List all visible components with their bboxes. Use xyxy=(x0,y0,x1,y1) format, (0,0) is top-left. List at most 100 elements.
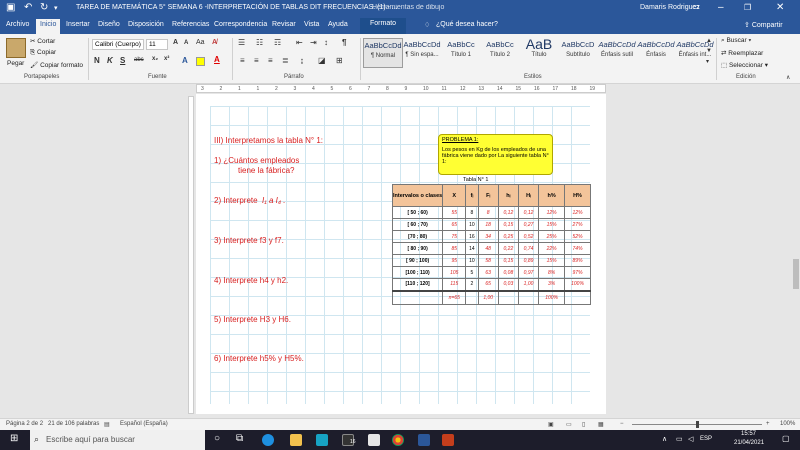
style-5[interactable]: AaBbCcD Subtítulo xyxy=(558,38,598,68)
taskbar-search[interactable]: Escribe aquí para buscar xyxy=(30,430,205,450)
underline-button[interactable]: S xyxy=(120,56,125,65)
web-layout-icon[interactable]: ▦ xyxy=(598,421,604,428)
borders-icon[interactable]: ⊞ xyxy=(336,56,343,65)
volume-icon[interactable]: ◁ xyxy=(688,435,693,443)
cut-button[interactable]: ✂ Cortar xyxy=(30,37,55,45)
multilevel-list-icon[interactable]: ☶ xyxy=(274,38,281,47)
proofing-icon[interactable]: ▤ xyxy=(104,421,110,428)
app-l-icon[interactable] xyxy=(316,434,328,446)
cortana-icon[interactable]: ○ xyxy=(214,433,220,444)
frequency-table[interactable]: Intervalos o clases Xfᵢ Fᵢ hᵢ Hᵢ h% H%[ 50 ; 6… xyxy=(391,184,591,305)
shading-icon[interactable]: ◪ xyxy=(318,56,326,65)
zoom-level[interactable]: 100% xyxy=(780,421,795,427)
table-row[interactable]: [100 ; 110) 105 5 63 0,08 0,97 8% 97% xyxy=(391,266,591,279)
styles-more-icon[interactable]: ▾ xyxy=(706,58,709,65)
strikethrough-button[interactable]: abc xyxy=(134,57,144,63)
text-effects-icon[interactable]: A xyxy=(182,56,188,65)
table-row[interactable]: [70 ; 80) 75 16 34 0,25 0,52 25% 52% xyxy=(391,230,591,243)
italic-button[interactable]: K xyxy=(107,56,113,65)
task-view-icon[interactable]: ⧉ xyxy=(236,433,243,444)
zoom-slider-thumb[interactable] xyxy=(696,421,699,428)
focus-mode-icon[interactable]: ▣ xyxy=(548,421,554,428)
select-button[interactable]: ⬚ Seleccionar ▾ xyxy=(721,61,768,69)
tab-insertar[interactable]: Insertar xyxy=(66,21,90,28)
tab-ayuda[interactable]: Ayuda xyxy=(328,21,348,28)
redo-icon[interactable]: ↻ xyxy=(40,2,48,13)
windows-start-icon[interactable]: ⊞ xyxy=(10,433,18,444)
table-row[interactable]: [ 80 ; 90) 85 14 48 0,22 0,74 22% 74% xyxy=(391,242,591,255)
vertical-ruler[interactable] xyxy=(188,96,194,414)
worksheet-canvas[interactable]: III) Interpretamos la tabla N° 1: 1) ¿Cu… xyxy=(210,106,591,404)
clock-date[interactable]: 21/04/2021 xyxy=(734,440,764,446)
horizontal-ruler[interactable]: 3 2 1 1 2 3 4 5 6 7 8 9 10 11 12 13 14 15 16 17 18 19 xyxy=(196,84,606,93)
tab-correspondencia[interactable]: Correspondencia xyxy=(214,21,267,28)
highlight-icon[interactable] xyxy=(196,57,205,66)
replace-button[interactable]: ⇄ Reemplazar xyxy=(721,49,763,57)
copy-button[interactable]: ⎘ Copiar xyxy=(30,49,56,57)
font-name-select[interactable]: Calibri (Cuerpo) xyxy=(92,39,144,50)
bold-button[interactable]: N xyxy=(94,56,100,65)
subscript-icon[interactable]: x₂ xyxy=(152,56,158,62)
align-right-icon[interactable]: ≡ xyxy=(268,56,273,65)
table-row[interactable]: [110 ; 120] 115 2 65 0,03 1,00 3% 100% xyxy=(391,278,591,291)
style-3[interactable]: AaBbCc Título 2 xyxy=(480,38,520,68)
style-4[interactable]: AaB Título xyxy=(519,36,559,66)
increase-indent-icon[interactable]: ⇥ xyxy=(310,38,317,47)
style-1[interactable]: AaBbCcDd ¶ Sin espa... xyxy=(402,38,442,68)
zoom-in-icon[interactable]: + xyxy=(766,421,770,427)
read-mode-icon[interactable]: ▭ xyxy=(566,421,572,428)
change-case-button[interactable]: Aa xyxy=(196,39,205,46)
tray-chevron-icon[interactable]: ∧ xyxy=(662,435,667,443)
zoom-out-icon[interactable]: − xyxy=(620,421,624,427)
network-icon[interactable]: ▭ xyxy=(676,435,683,443)
share-button[interactable]: ⇪ Compartir xyxy=(744,21,783,29)
clock-time[interactable]: 15:57 xyxy=(741,431,756,437)
edge-icon[interactable] xyxy=(262,434,274,446)
shrink-font-button[interactable]: A xyxy=(184,40,188,46)
store-icon[interactable] xyxy=(368,434,380,446)
minimize-icon[interactable]: – xyxy=(718,2,724,13)
style-6[interactable]: AaBbCcDd Énfasis sutil xyxy=(597,38,637,68)
language-indicator[interactable]: Español (España) xyxy=(120,421,168,427)
table-total-row[interactable]: n=65 1,00 100% xyxy=(391,289,591,305)
notifications-icon[interactable]: ▢ xyxy=(782,434,790,443)
styles-scroll-up-icon[interactable]: ▲ xyxy=(706,38,712,44)
scrollbar-thumb[interactable] xyxy=(793,259,799,289)
find-button[interactable]: ⌕ Buscar ▾ xyxy=(721,37,751,45)
file-explorer-icon[interactable] xyxy=(290,434,302,446)
font-size-select[interactable]: 11 xyxy=(146,39,168,50)
styles-scroll-down-icon[interactable]: ▼ xyxy=(706,48,712,54)
font-color-icon[interactable]: A xyxy=(214,55,220,64)
paste-button[interactable]: Pegar xyxy=(7,60,24,67)
table-row[interactable]: [ 60 ; 70) 65 10 18 0,15 0,27 15% 27% xyxy=(391,218,591,231)
tab-referencias[interactable]: Referencias xyxy=(172,21,209,28)
tab-inicio[interactable]: Inicio xyxy=(36,19,61,34)
maximize-icon[interactable]: ❐ xyxy=(744,3,751,12)
bullets-icon[interactable]: ☰ xyxy=(238,38,245,47)
chrome-icon[interactable] xyxy=(392,434,404,446)
word-icon[interactable] xyxy=(418,434,430,446)
clear-format-icon[interactable]: A̸ xyxy=(212,39,217,46)
save-icon[interactable]: ▣ xyxy=(6,2,15,13)
word-count[interactable]: 21 de 106 palabras xyxy=(48,421,99,427)
decrease-indent-icon[interactable]: ⇤ xyxy=(296,38,303,47)
line-spacing-icon[interactable]: ↨ xyxy=(300,56,304,65)
tab-formato[interactable]: Formato xyxy=(360,18,407,34)
sort-icon[interactable]: ↕ xyxy=(324,38,328,47)
customize-qa-icon[interactable]: ▾ xyxy=(54,4,58,12)
user-name[interactable]: Damaris Rodriguez xyxy=(640,4,700,11)
powerpoint-icon[interactable] xyxy=(442,434,454,446)
justify-icon[interactable]: ≣ xyxy=(282,56,289,65)
show-marks-button[interactable]: ¶ xyxy=(342,38,346,47)
language-tray[interactable]: ESP xyxy=(700,436,712,442)
align-center-icon[interactable]: ≡ xyxy=(254,56,259,65)
tab-vista[interactable]: Vista xyxy=(304,21,319,28)
grow-font-button[interactable]: A xyxy=(173,39,178,46)
paste-icon[interactable] xyxy=(6,38,26,58)
tab-disposicion[interactable]: Disposición xyxy=(128,21,164,28)
table-row[interactable]: [ 90 ; 100) 95 10 58 0,15 0,89 15% 89% xyxy=(391,254,591,267)
style-0[interactable]: AaBbCcDd ¶ Normal xyxy=(363,38,403,68)
ribbon-options-icon[interactable]: ▭ xyxy=(692,2,700,11)
problem-callout[interactable]: PROBLEMA 1: Los pesos en Kg de los emple… xyxy=(438,134,553,175)
tell-me-box[interactable]: ¿Qué desea hacer? xyxy=(436,21,498,28)
